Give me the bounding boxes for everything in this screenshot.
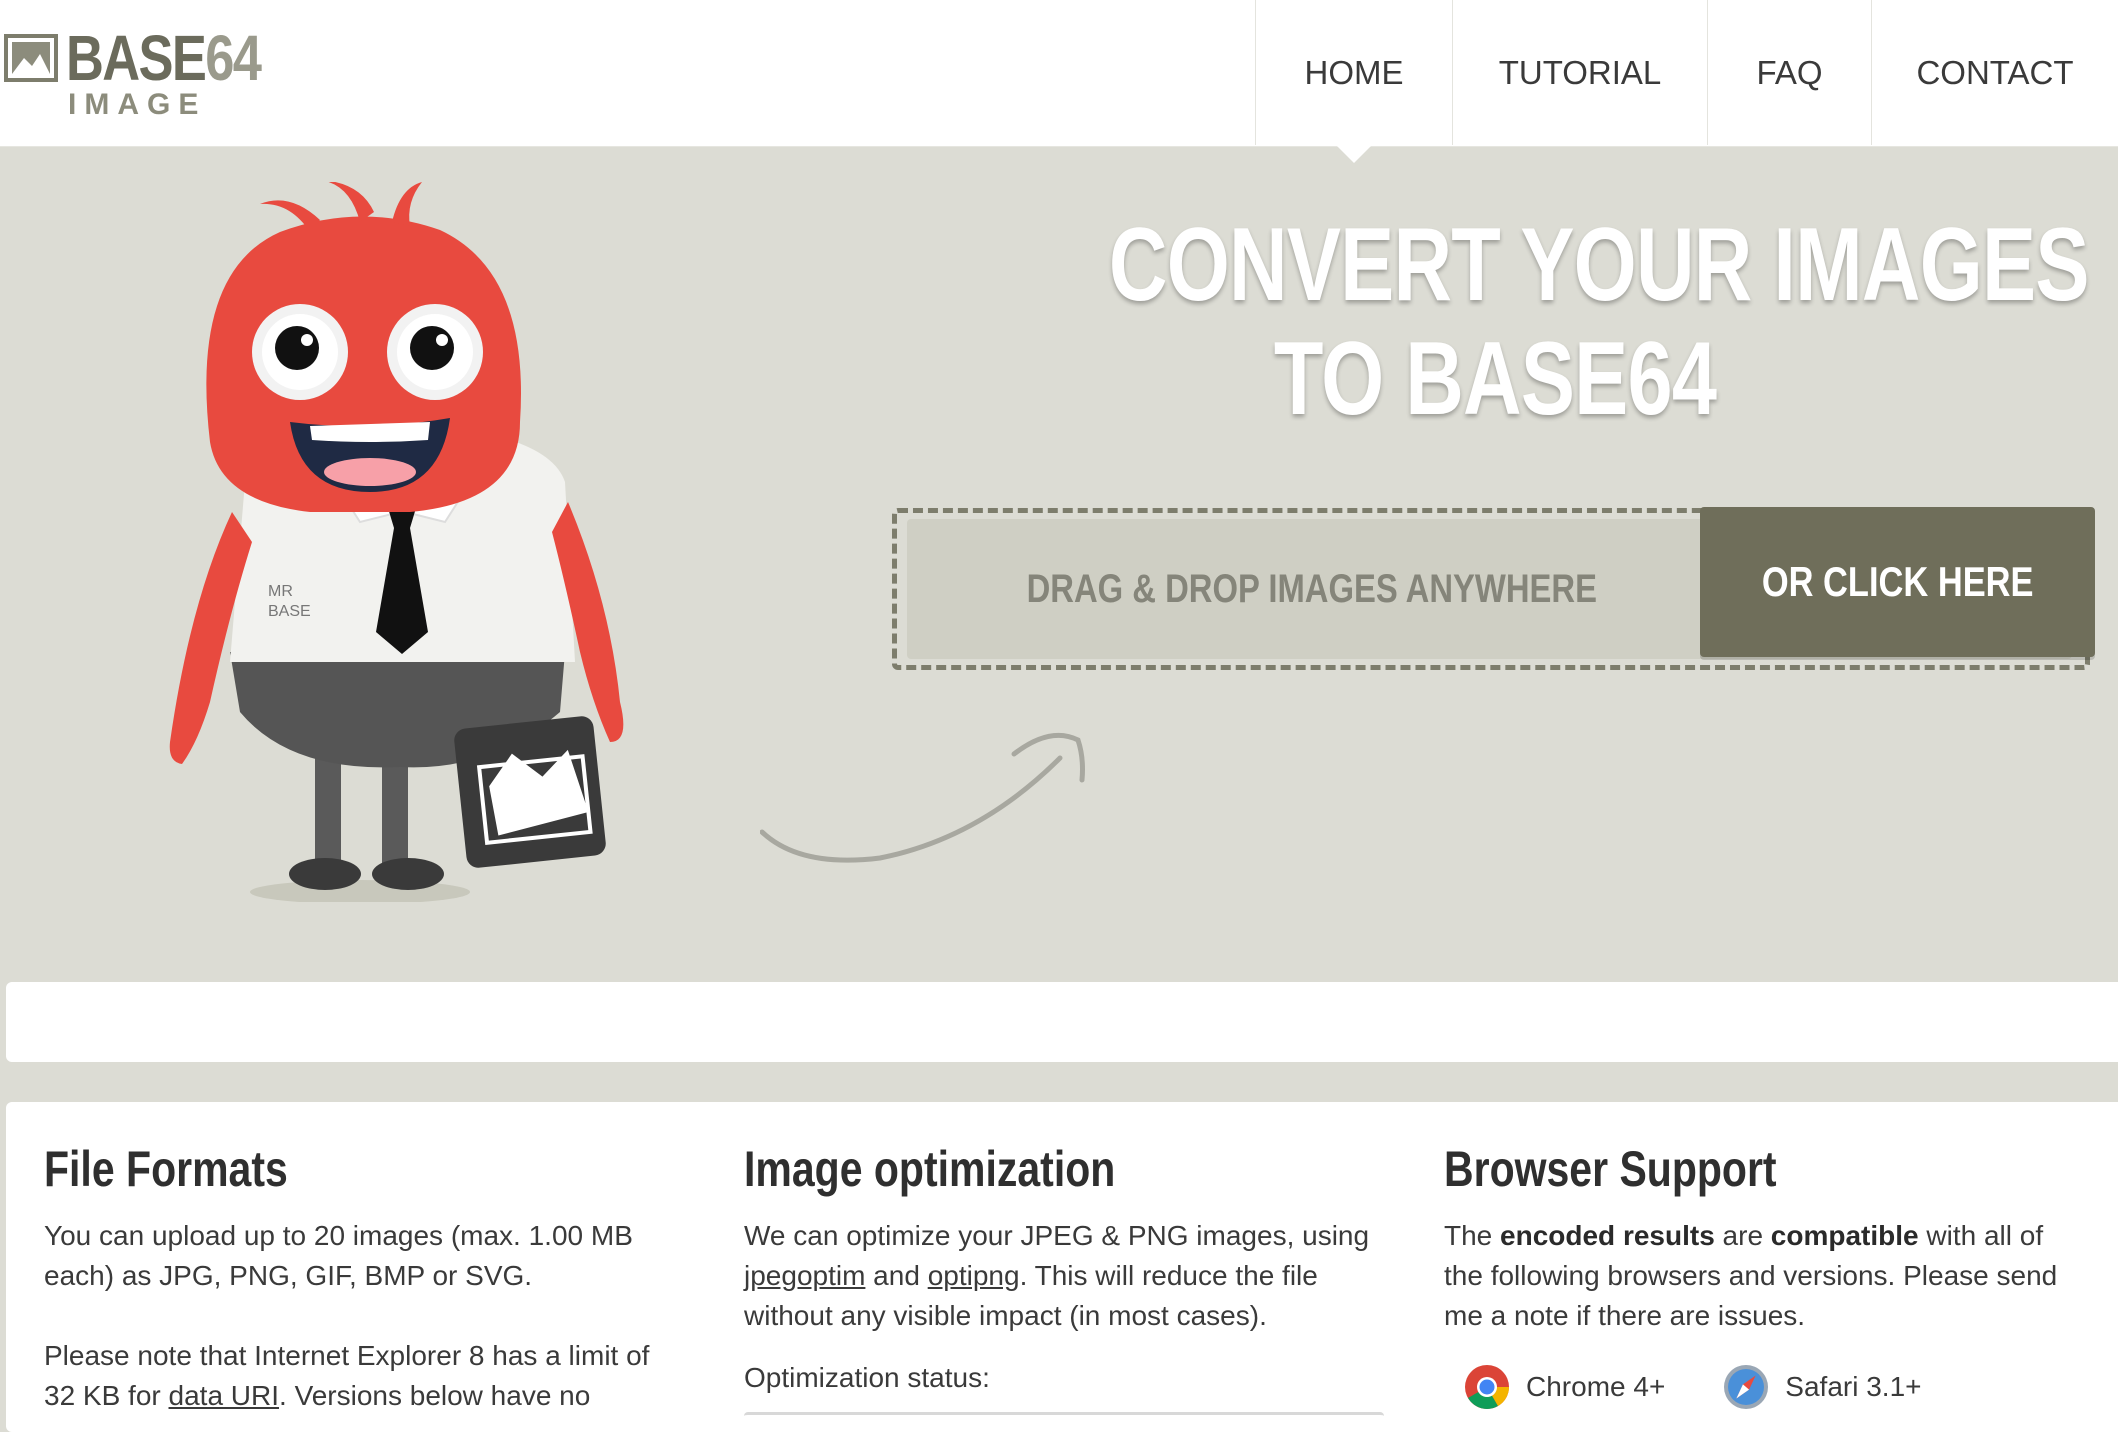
features-section: File Formats You can upload up to 20 ima…	[6, 1102, 2118, 1432]
nav-tutorial-label: TUTORIAL	[1498, 53, 1662, 91]
dropzone-text: DRAG & DROP IMAGES ANYWHERE	[1026, 566, 1598, 611]
site-header: BASE64 IMAGE HOME TUTORIAL FAQ CONTACT	[0, 0, 2118, 163]
hero-title: CONVERT YOUR IMAGES TO BASE64	[1000, 207, 2090, 437]
file-formats-title: File Formats	[44, 1141, 288, 1197]
browser-item-chrome: Chrome 4+	[1444, 1364, 1665, 1410]
browser-support-column: Browser Support The encoded results are …	[1444, 1140, 2084, 1410]
mascot-illustration: MR BASE	[169, 182, 624, 902]
nav-tutorial[interactable]: TUTORIAL	[1452, 0, 1707, 145]
chrome-icon	[1465, 1365, 1509, 1409]
optimization-status-bar	[744, 1412, 1384, 1425]
arrow-doodle-icon	[760, 732, 1085, 863]
click-here-button[interactable]: OR CLICK HERE	[1700, 507, 2095, 657]
nav-home[interactable]: HOME	[1255, 0, 1452, 163]
image-icon	[4, 34, 58, 82]
nav-faq[interactable]: FAQ	[1707, 0, 1871, 145]
browser-item-safari: Safari 3.1+	[1703, 1364, 1922, 1410]
nav-contact[interactable]: CONTACT	[1871, 0, 2118, 145]
hero-section: MR BASE CONVERT YOUR IMAGES TO BASE64 DR…	[0, 146, 2118, 981]
image-optimization-text: We can optimize your JPEG & PNG images, …	[744, 1220, 1370, 1331]
optimization-status-label: Optimization status:	[744, 1362, 990, 1393]
logo-subtitle: IMAGE	[68, 88, 207, 121]
ie8-note: Please note that Internet Explorer 8 has…	[44, 1340, 650, 1411]
image-optimization-column: Image optimization We can optimize your …	[744, 1140, 1384, 1415]
active-nav-indicator	[1336, 145, 1372, 163]
hero-title-line2: TO BASE64	[1273, 321, 1717, 437]
browser-support-title: Browser Support	[1444, 1141, 1777, 1197]
optipng-link[interactable]: optipng	[928, 1260, 1020, 1291]
nav-contact-label: CONTACT	[1916, 53, 2074, 91]
browser-support-text: The encoded results are compatible with …	[1444, 1220, 2058, 1331]
safari-icon	[1724, 1365, 1769, 1409]
nav-faq-label: FAQ	[1756, 53, 1823, 91]
file-formats-text: You can upload up to 20 images (max. 1.0…	[44, 1220, 633, 1291]
file-formats-column: File Formats You can upload up to 20 ima…	[44, 1140, 684, 1416]
mascot-label-line1: MR	[268, 583, 293, 600]
logo-title: BASE64	[66, 22, 262, 94]
jpegoptim-link[interactable]: jpegoptim	[744, 1260, 865, 1291]
data-uri-link[interactable]: data URI	[169, 1380, 280, 1411]
upload-dropzone[interactable]: DRAG & DROP IMAGES ANYWHERE OR CLICK HER…	[892, 507, 2095, 670]
browser-list: Chrome 4+ Safari 3.1+	[1444, 1364, 2084, 1410]
browser-safari-label: Safari 3.1+	[1785, 1371, 1922, 1402]
nav-home-label: HOME	[1304, 53, 1404, 91]
browser-chrome-label: Chrome 4+	[1526, 1371, 1666, 1402]
image-optimization-title: Image optimization	[744, 1141, 1116, 1197]
hero-title-line1: CONVERT YOUR IMAGES	[1108, 207, 2090, 323]
site-logo[interactable]: BASE64 IMAGE	[0, 22, 262, 126]
main-nav: HOME TUTORIAL FAQ CONTACT	[1255, 0, 2118, 163]
mascot-label-line2: BASE	[268, 603, 311, 620]
results-strip	[6, 982, 2118, 1062]
